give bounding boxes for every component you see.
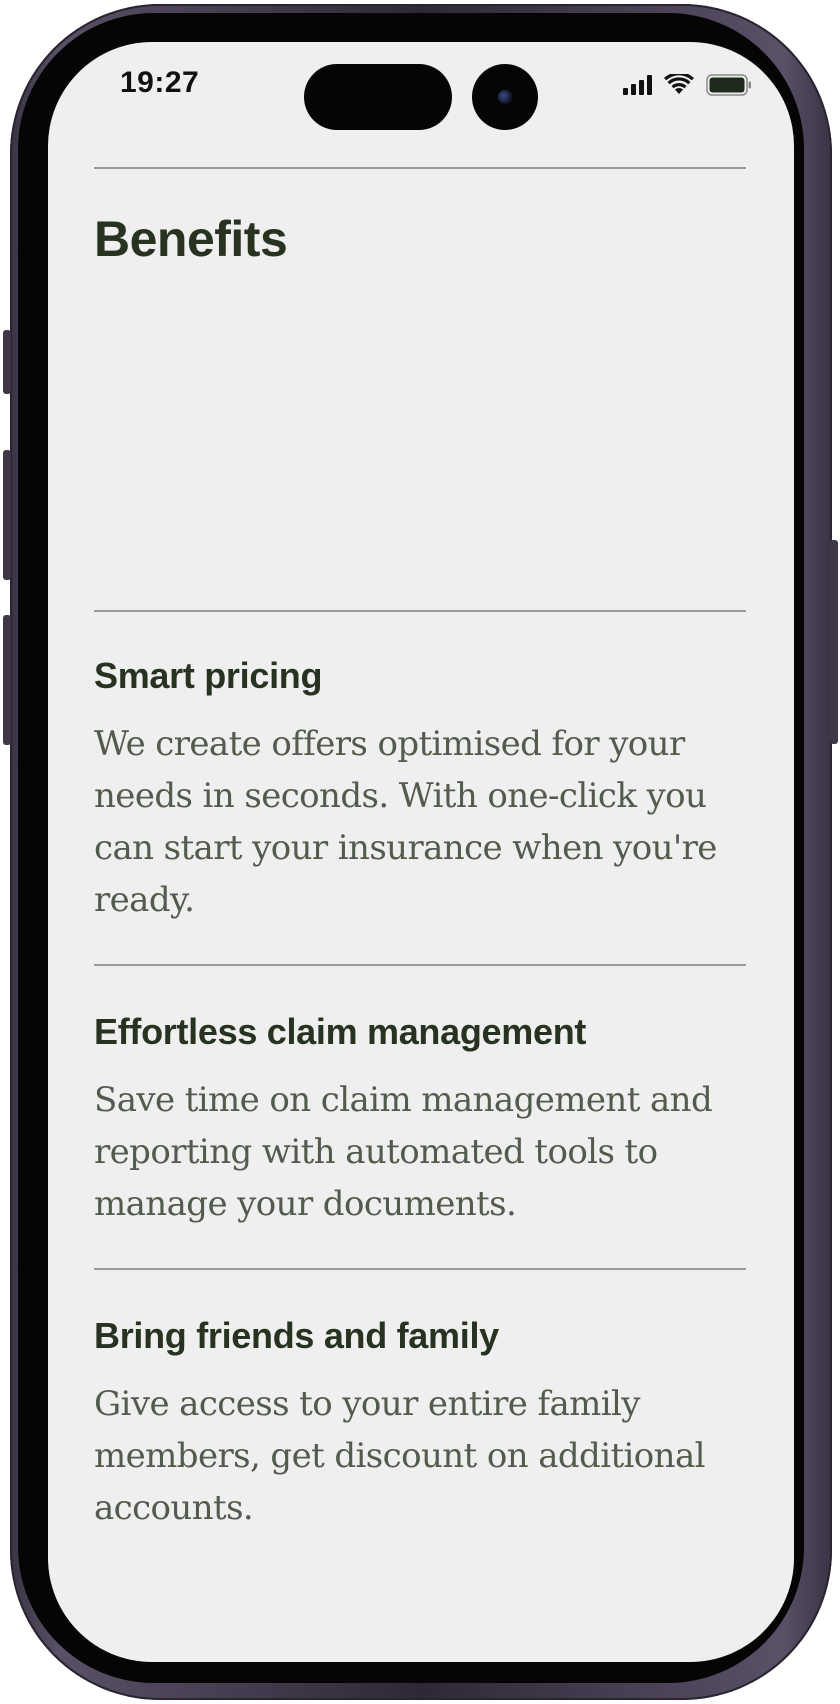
benefit-description: We create offers optimised for your need… bbox=[94, 724, 717, 920]
benefit-title: Smart pricing bbox=[94, 655, 323, 696]
page-title: Benefits bbox=[94, 211, 288, 267]
cellular-signal-icon bbox=[623, 75, 652, 95]
power-button bbox=[830, 540, 838, 744]
volume-down-button bbox=[3, 615, 11, 745]
benefit-item-friends-family: Bring friends and family Give access to … bbox=[94, 1314, 746, 1534]
screen: 19:27 Benefits Smart pricing We create o… bbox=[48, 42, 794, 1662]
benefit-title: Effortless claim management bbox=[94, 1011, 587, 1052]
divider bbox=[94, 964, 746, 966]
status-icons bbox=[623, 72, 752, 98]
battery-icon bbox=[706, 74, 751, 96]
wifi-icon bbox=[664, 74, 694, 94]
divider bbox=[94, 167, 746, 169]
status-time: 19:27 bbox=[120, 66, 200, 99]
benefit-description: Give access to your entire family member… bbox=[94, 1384, 706, 1528]
benefit-description: Save time on claim management and report… bbox=[94, 1080, 713, 1224]
benefit-title: Bring friends and family bbox=[94, 1315, 499, 1356]
action-button bbox=[3, 330, 11, 394]
benefit-item-claim-management: Effortless claim management Save time on… bbox=[94, 1010, 746, 1230]
divider bbox=[94, 1268, 746, 1270]
front-camera-icon bbox=[472, 64, 538, 130]
volume-up-button bbox=[3, 450, 11, 580]
benefit-item-smart-pricing: Smart pricing We create offers optimised… bbox=[94, 654, 746, 926]
dynamic-island bbox=[304, 64, 452, 130]
divider bbox=[94, 610, 746, 612]
